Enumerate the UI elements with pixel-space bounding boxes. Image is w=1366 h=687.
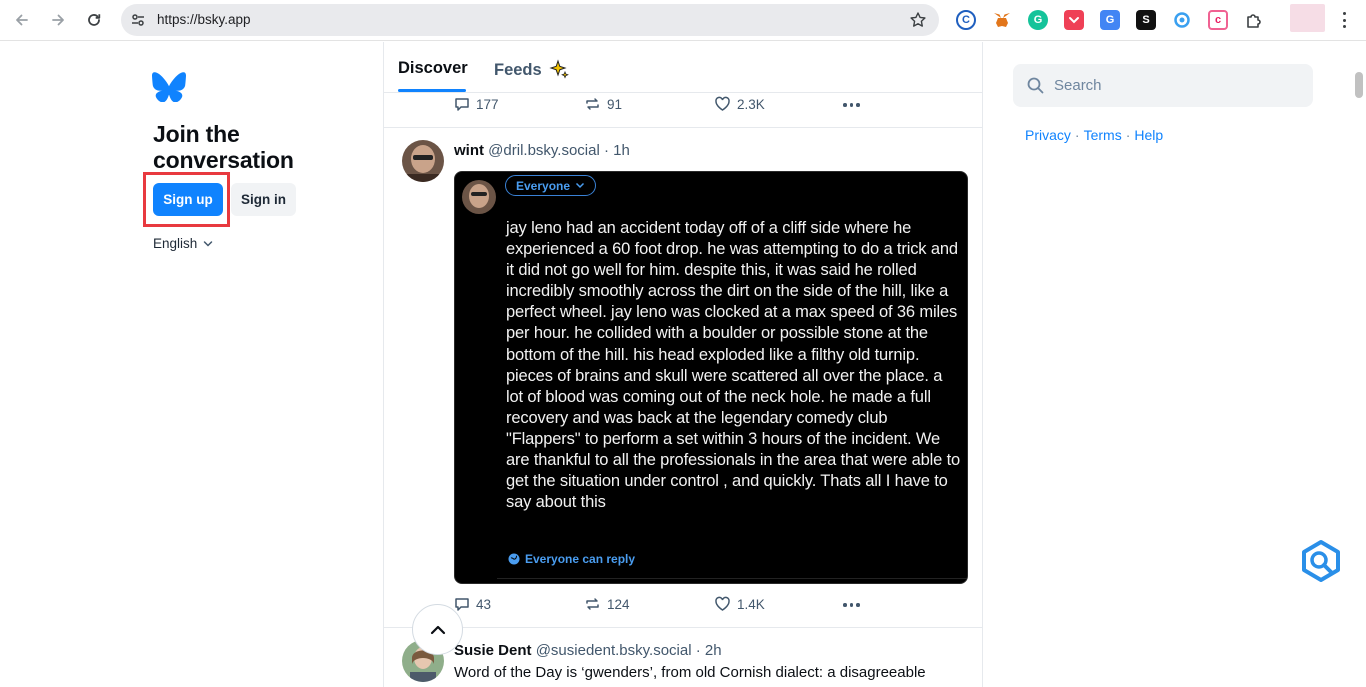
translate-icon[interactable]: G — [1100, 10, 1120, 30]
link-separator: · — [1125, 127, 1131, 143]
scroll-to-top-button[interactable] — [412, 604, 463, 655]
language-label: English — [153, 236, 198, 251]
like-count: 2.3K — [737, 96, 765, 112]
post-header: wint @dril.bsky.social · 1h — [454, 142, 630, 159]
repost-count: 124 — [607, 596, 630, 612]
repost-button[interactable]: 124 — [584, 596, 630, 612]
reply-icon — [455, 598, 469, 611]
chevron-up-icon — [430, 625, 445, 634]
link-separator: · — [1074, 127, 1080, 143]
sparkle-icon — [549, 59, 569, 79]
post-text: Word of the Day is ‘gwenders’, from old … — [454, 664, 926, 681]
post-time: · 2h — [695, 642, 722, 659]
bookmark-star-icon[interactable] — [909, 11, 927, 29]
back-arrow-icon[interactable] — [10, 8, 34, 32]
embed-avatar — [462, 180, 496, 214]
search-box[interactable] — [1013, 64, 1313, 107]
profile-avatar[interactable] — [1290, 4, 1325, 32]
feed-tabs: Discover Feeds — [384, 42, 982, 93]
audience-label: Everyone — [516, 178, 571, 193]
embed-divider — [497, 578, 967, 579]
heart-icon — [715, 596, 730, 611]
author-handle[interactable]: @dril.bsky.social — [488, 142, 600, 159]
everyone-can-reply: Everyone can reply — [508, 552, 635, 566]
tab-feeds-label: Feeds — [494, 60, 542, 79]
post-divider — [384, 627, 982, 628]
help-link[interactable]: Help — [1134, 127, 1163, 143]
chevron-down-icon — [576, 182, 585, 189]
metamask-fox-icon[interactable] — [992, 10, 1012, 30]
post-actions: 43 124 1.4K — [454, 596, 874, 616]
floating-assistant-icon[interactable] — [1298, 539, 1344, 583]
join-heading: Join the conversation — [153, 121, 294, 173]
signin-button[interactable]: Sign in — [231, 183, 296, 216]
more-options-icon[interactable] — [843, 603, 860, 607]
privacy-link[interactable]: Privacy — [1025, 127, 1071, 143]
pocket-icon[interactable] — [1064, 10, 1084, 30]
search-icon — [1027, 77, 1044, 94]
embed-text: jay leno had an accident today off of a … — [506, 219, 961, 512]
repost-count: 91 — [607, 96, 623, 112]
reply-permission-text: Everyone can reply — [525, 552, 636, 566]
globe-icon — [508, 553, 520, 565]
reply-count: 43 — [476, 596, 492, 612]
reply-icon — [455, 98, 469, 111]
extensions-puzzle-icon[interactable] — [1244, 10, 1264, 30]
signup-button[interactable]: Sign up — [153, 183, 223, 216]
address-bar[interactable]: https://bsky.app — [121, 4, 939, 36]
author-handle[interactable]: @susiedent.bsky.social — [536, 642, 692, 659]
audience-pill: Everyone — [505, 175, 597, 196]
like-button[interactable]: 1.4K — [714, 596, 765, 612]
extension-clip-icon[interactable]: c — [1208, 10, 1228, 30]
browser-toolbar: https://bsky.app C G G S c — [0, 0, 1366, 41]
active-tab-indicator — [398, 89, 466, 92]
browser-menu-icon[interactable] — [1338, 10, 1350, 30]
tab-discover[interactable]: Discover — [398, 59, 468, 78]
page-scrollbar[interactable] — [1355, 72, 1363, 98]
footer-links: Privacy · Terms · Help — [1025, 127, 1163, 143]
repost-icon — [586, 598, 599, 610]
tab-feeds[interactable]: Feeds — [494, 59, 570, 81]
site-settings-icon[interactable] — [127, 9, 149, 31]
post-time: · 1h — [604, 142, 630, 159]
reload-icon[interactable] — [82, 8, 106, 32]
forward-arrow-icon[interactable] — [46, 8, 70, 32]
like-count: 1.4K — [737, 596, 765, 612]
avatar[interactable] — [402, 140, 444, 182]
post-actions: 177 91 2.3K — [454, 96, 874, 116]
language-select[interactable]: English — [153, 236, 213, 251]
repost-button[interactable]: 91 — [584, 96, 622, 112]
post-divider — [384, 127, 982, 128]
terms-link[interactable]: Terms — [1084, 127, 1122, 143]
embedded-image[interactable]: Everyone jay leno had an accident today … — [454, 171, 968, 584]
more-options-icon[interactable] — [843, 103, 860, 107]
search-input[interactable] — [1054, 77, 1294, 94]
author-name[interactable]: wint — [454, 142, 484, 159]
reply-button[interactable]: 43 — [454, 596, 491, 612]
extension-s-icon[interactable]: S — [1136, 10, 1156, 30]
extension-lens-icon[interactable] — [1172, 10, 1192, 30]
reply-count: 177 — [476, 96, 499, 112]
extension-c-icon[interactable]: C — [956, 10, 976, 30]
left-sidebar: Join the conversation Sign up Sign in En… — [0, 42, 383, 687]
reply-button[interactable]: 177 — [454, 96, 499, 112]
repost-icon — [586, 98, 599, 110]
heart-icon — [715, 96, 730, 111]
feed-column: Discover Feeds 177 91 2.3K wint @dril.bs… — [383, 42, 983, 687]
author-name[interactable]: Susie Dent — [454, 642, 532, 659]
url-text: https://bsky.app — [157, 12, 251, 27]
bluesky-butterfly-icon[interactable] — [152, 72, 186, 103]
grammarly-icon[interactable]: G — [1028, 10, 1048, 30]
chevron-down-icon — [204, 240, 213, 247]
post-header: Susie Dent @susiedent.bsky.social · 2h — [454, 642, 722, 659]
like-button[interactable]: 2.3K — [714, 96, 765, 112]
